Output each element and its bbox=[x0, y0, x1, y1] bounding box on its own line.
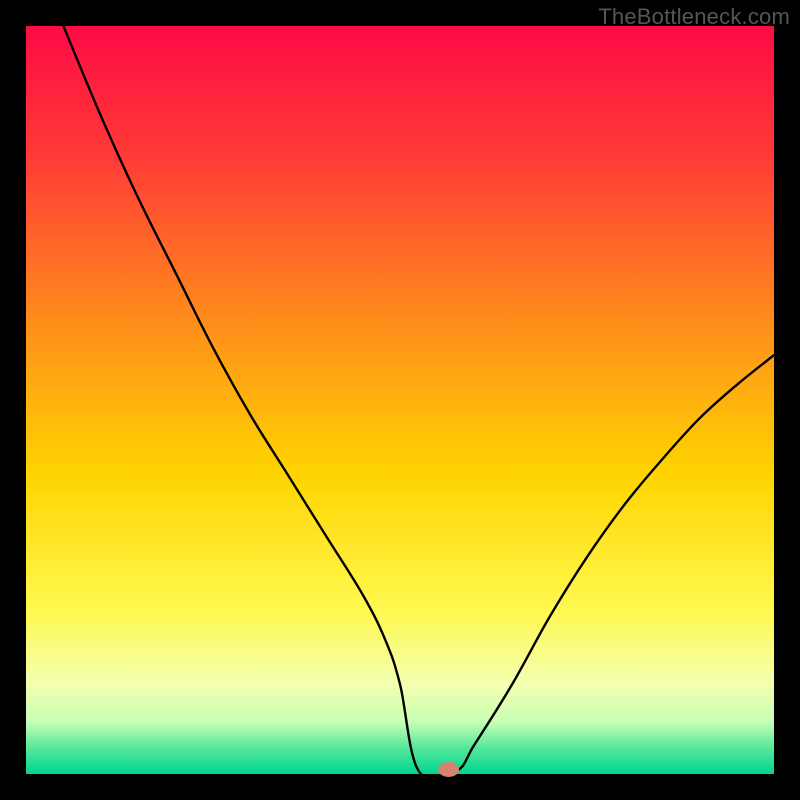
bottleneck-chart bbox=[0, 0, 800, 800]
optimal-marker bbox=[438, 762, 459, 777]
chart-frame: TheBottleneck.com bbox=[0, 0, 800, 800]
watermark-text: TheBottleneck.com bbox=[598, 4, 790, 30]
plot-background bbox=[26, 26, 774, 774]
